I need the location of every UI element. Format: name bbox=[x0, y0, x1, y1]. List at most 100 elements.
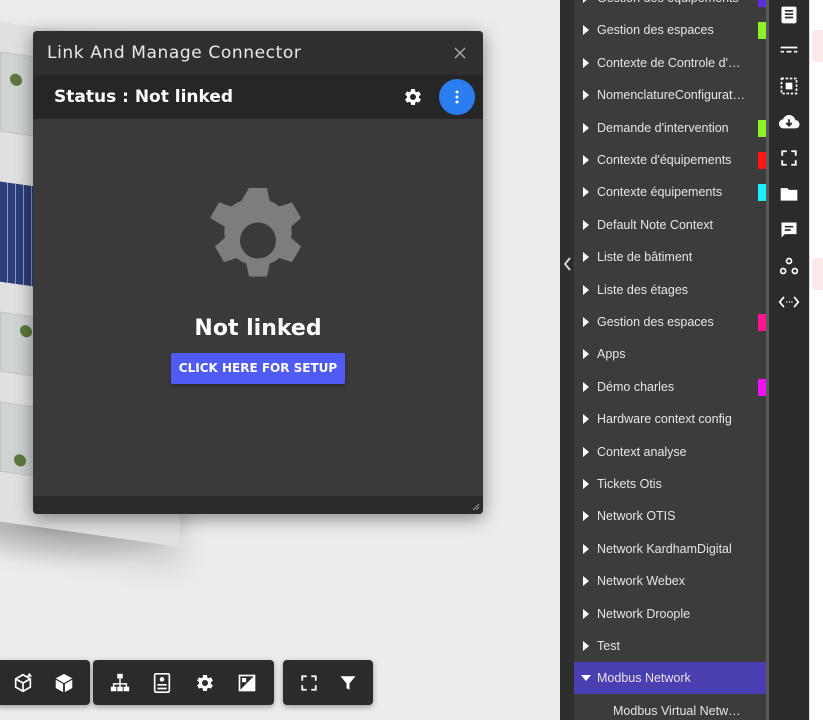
caret-right-icon[interactable] bbox=[574, 219, 597, 230]
tree-item[interactable]: Gestion des équipements bbox=[574, 0, 766, 14]
large-gear-icon bbox=[210, 188, 301, 277]
tree-item[interactable]: Contexte d'équipements bbox=[574, 144, 766, 176]
tree-item[interactable]: Contexte équipements bbox=[574, 176, 766, 208]
tree-item[interactable]: Démo charles bbox=[574, 371, 766, 403]
aspect-icon[interactable] bbox=[226, 660, 268, 705]
tree-item-label: NomenclatureConfiguration bbox=[597, 88, 747, 103]
tree-sub-item[interactable]: Modbus Virtual Network bbox=[574, 695, 766, 720]
tree-item[interactable]: Demande d'intervention bbox=[574, 112, 766, 144]
tree-item-label: Apps bbox=[597, 347, 626, 362]
tree-item[interactable]: Gestion des espaces bbox=[574, 306, 766, 338]
tree-item[interactable]: Modbus Network bbox=[574, 662, 766, 695]
toolbar-group-tools bbox=[93, 660, 274, 705]
caret-right-icon[interactable] bbox=[574, 122, 597, 133]
tree-item[interactable]: Tickets Otis bbox=[574, 468, 766, 500]
caret-right-icon[interactable] bbox=[574, 187, 597, 198]
dialog-titlebar[interactable]: Link And Manage Connector bbox=[33, 31, 483, 75]
caret-right-icon[interactable] bbox=[574, 608, 597, 619]
edge-panel bbox=[809, 0, 823, 720]
toolbar-group-view bbox=[0, 660, 90, 705]
tree-item-label: Test bbox=[597, 639, 620, 653]
chevron-left-icon[interactable] bbox=[562, 256, 572, 272]
tree-item[interactable]: Liste des étages bbox=[574, 274, 766, 306]
tree-item-label: Network Webex bbox=[597, 574, 685, 589]
caret-right-icon[interactable] bbox=[574, 90, 597, 101]
code-arrows-icon[interactable] bbox=[777, 290, 801, 314]
tree-item[interactable]: Network KardhamDigital bbox=[574, 533, 766, 565]
dialog-title: Link And Manage Connector bbox=[47, 43, 302, 63]
caret-right-icon[interactable] bbox=[574, 284, 597, 295]
edge-marker bbox=[812, 258, 823, 290]
list-detail-icon[interactable] bbox=[141, 660, 183, 705]
tree-sub-item-label: Modbus Virtual Network bbox=[613, 703, 743, 718]
view-3d-icon[interactable] bbox=[2, 660, 43, 705]
comment-icon[interactable] bbox=[777, 218, 801, 242]
hierarchy-icon[interactable] bbox=[99, 660, 141, 705]
select-region-icon[interactable] bbox=[777, 74, 801, 98]
tree-item[interactable]: Test bbox=[574, 630, 766, 662]
caret-right-icon[interactable] bbox=[574, 381, 597, 392]
tree-item[interactable]: Network Droople bbox=[574, 598, 766, 630]
color-tag bbox=[758, 378, 766, 396]
close-icon[interactable] bbox=[451, 44, 469, 62]
caret-right-icon[interactable] bbox=[574, 479, 597, 489]
tree-item[interactable]: Gestion des espaces bbox=[574, 14, 766, 46]
tree-item-label: Contexte de Controle d'Accès bbox=[597, 55, 747, 70]
edge-marker bbox=[812, 30, 823, 62]
not-linked-heading: Not linked bbox=[194, 316, 322, 341]
caret-right-icon[interactable] bbox=[574, 0, 597, 3]
tree-item-label: Contexte d'équipements bbox=[597, 153, 732, 167]
document-icon[interactable] bbox=[777, 3, 801, 27]
caret-right-icon[interactable] bbox=[574, 57, 597, 68]
caret-right-icon[interactable] bbox=[574, 349, 597, 360]
tree-item-label: Network OTIS bbox=[597, 509, 676, 524]
dialog-body: Not linked CLICK HERE FOR SETUP bbox=[33, 119, 483, 496]
tree-item-label: Gestion des espaces bbox=[597, 315, 714, 329]
tree-item[interactable]: Liste de bâtiment bbox=[574, 241, 766, 273]
tree-item[interactable]: Contexte de Controle d'Accès bbox=[574, 47, 766, 79]
caret-right-icon[interactable] bbox=[574, 446, 597, 457]
status-text: Status : Not linked bbox=[54, 87, 234, 107]
cloud-download-icon[interactable] bbox=[777, 110, 801, 134]
focus-icon[interactable] bbox=[777, 146, 801, 170]
caret-right-icon[interactable] bbox=[574, 414, 597, 425]
context-tree: Gestion des équipements Gestion des espac… bbox=[574, 0, 767, 720]
tree-item-label: Demande d'intervention bbox=[597, 120, 729, 135]
settings-icon[interactable] bbox=[184, 660, 226, 705]
caret-right-icon[interactable] bbox=[574, 511, 597, 522]
tree-item[interactable]: Default Note Context bbox=[574, 209, 766, 241]
right-icon-bar bbox=[769, 0, 809, 720]
resize-handle-icon[interactable] bbox=[470, 501, 480, 511]
tree-item-label: Liste des étages bbox=[597, 282, 689, 297]
tree-item-label: Modbus Network bbox=[597, 671, 691, 686]
panel-separator[interactable] bbox=[560, 0, 574, 720]
tree-item-label: Gestion des espaces bbox=[597, 23, 714, 38]
caret-down-icon[interactable] bbox=[574, 673, 597, 683]
separator-icon[interactable] bbox=[777, 38, 801, 62]
graph-icon[interactable] bbox=[777, 254, 801, 278]
tree-item[interactable]: Apps bbox=[574, 338, 766, 370]
fullscreen-icon[interactable] bbox=[289, 660, 328, 705]
caret-right-icon[interactable] bbox=[574, 576, 597, 587]
caret-right-icon[interactable] bbox=[574, 317, 597, 327]
tree-item-label: Tickets Otis bbox=[597, 477, 662, 491]
more-options-icon[interactable] bbox=[439, 79, 475, 115]
tree-item[interactable]: NomenclatureConfiguration bbox=[574, 79, 766, 111]
tree-item[interactable]: Network OTIS bbox=[574, 500, 766, 532]
toolbar-group-display bbox=[283, 660, 373, 705]
caret-right-icon[interactable] bbox=[574, 252, 597, 263]
color-tag bbox=[758, 152, 766, 169]
caret-right-icon[interactable] bbox=[574, 25, 597, 36]
cube-icon[interactable] bbox=[43, 660, 84, 705]
setup-button[interactable]: CLICK HERE FOR SETUP bbox=[170, 353, 346, 384]
tree-item[interactable]: Network Webex bbox=[574, 565, 766, 597]
tree-item-label: Network Droople bbox=[597, 606, 691, 621]
folder-icon[interactable] bbox=[777, 182, 801, 206]
filter-icon[interactable] bbox=[328, 660, 367, 705]
settings-gear-icon[interactable] bbox=[399, 83, 427, 111]
tree-item[interactable]: Context analyse bbox=[574, 436, 766, 468]
caret-right-icon[interactable] bbox=[574, 641, 597, 651]
caret-right-icon[interactable] bbox=[574, 155, 597, 165]
tree-item[interactable]: Hardware context config bbox=[574, 403, 766, 435]
caret-right-icon[interactable] bbox=[574, 543, 597, 554]
